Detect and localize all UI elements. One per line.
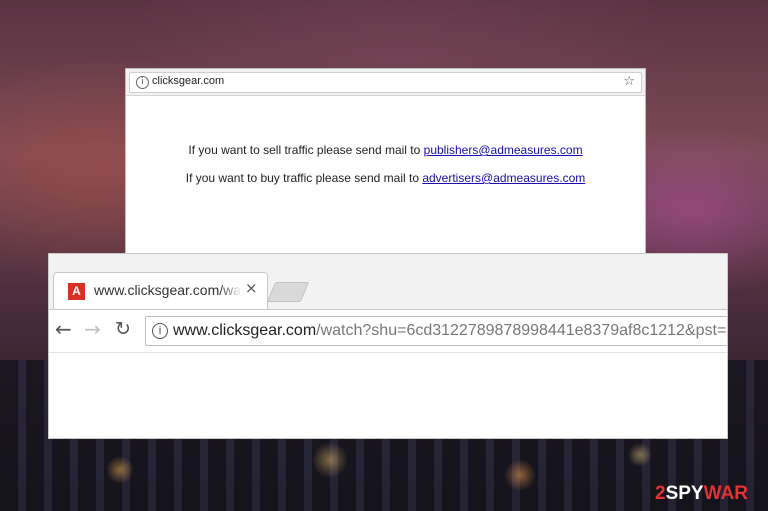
sell-traffic-message: If you want to sell traffic please send …: [126, 143, 645, 157]
url-path: /watch?shu=6cd3122789878998441e8379af8c1…: [316, 322, 728, 339]
forward-arrow-icon[interactable]: →: [84, 318, 101, 340]
site-favicon-icon: A: [68, 283, 85, 300]
sell-traffic-text: If you want to sell traffic please send …: [188, 143, 424, 157]
main-browser-window: A www.clicksgear.com/watc × ← → ↻ i www.…: [48, 253, 728, 439]
address-bar[interactable]: i www.clicksgear.com/watch?shu=6cd312278…: [145, 316, 728, 346]
advertisers-email-link[interactable]: advertisers@admeasures.com: [422, 171, 585, 185]
buy-traffic-message: If you want to buy traffic please send m…: [126, 171, 645, 185]
address-text: clicksgear.com: [152, 75, 225, 87]
new-tab-button[interactable]: [266, 282, 310, 302]
close-tab-icon[interactable]: ×: [245, 279, 258, 297]
active-tab[interactable]: A www.clicksgear.com/watc ×: [53, 272, 268, 310]
address-bar-container: i clicksgear.com ☆: [126, 69, 645, 96]
reload-icon[interactable]: ↻: [115, 318, 131, 340]
info-icon[interactable]: i: [136, 76, 149, 89]
city-lights: [0, 440, 768, 511]
bookmark-star-icon[interactable]: ☆: [623, 74, 635, 89]
tab-title: www.clicksgear.com/watc: [94, 282, 242, 298]
address-url: www.clicksgear.com/watch?shu=6cd31227898…: [173, 322, 728, 340]
browser-toolbar: ← → ↻ i www.clicksgear.com/watch?shu=6cd…: [49, 309, 727, 353]
info-icon[interactable]: i: [152, 323, 168, 339]
publishers-email-link[interactable]: publishers@admeasures.com: [424, 143, 583, 157]
url-host: www.clicksgear.com: [173, 322, 317, 339]
buy-traffic-text: If you want to buy traffic please send m…: [185, 171, 423, 185]
watermark-logo: 2SPYWAR: [655, 483, 748, 504]
back-arrow-icon[interactable]: ←: [55, 318, 72, 340]
tab-strip: A www.clicksgear.com/watc ×: [49, 254, 727, 310]
address-bar[interactable]: i clicksgear.com ☆: [129, 72, 642, 93]
popup-browser-window: i clicksgear.com ☆ If you want to sell t…: [125, 68, 646, 256]
